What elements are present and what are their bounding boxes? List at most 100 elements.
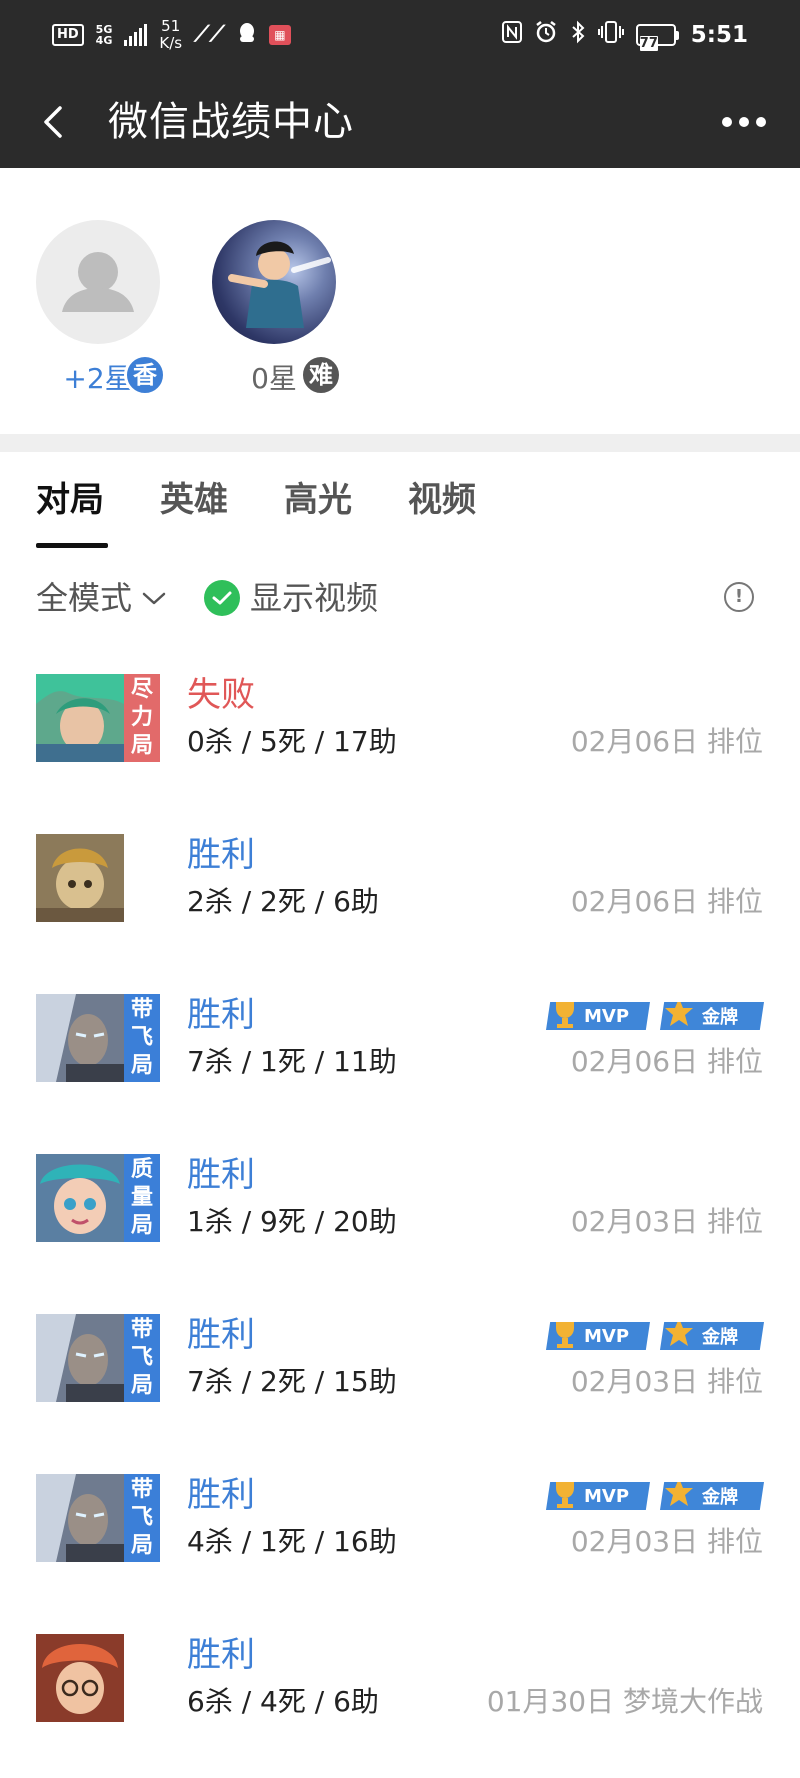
hero-portrait [36, 1314, 124, 1402]
gold-star-icon [665, 1002, 693, 1026]
status-bar: HD 5G 4G 51 K/s ⟋⟋ ▦ 77 5:51 [0, 0, 800, 76]
hero-portrait [36, 1474, 124, 1562]
match-row[interactable]: 胜利 2杀 / 2死 / 6助 02月06日 排位 [0, 832, 800, 992]
match-date-mode: 02月06日 排位 [570, 885, 763, 918]
match-row[interactable]: 带 飞 局 胜利 MVP 金牌 7杀 / 1死 / 11助 02月06日 排位 [0, 992, 800, 1152]
profile-1[interactable]: 香 +2星 [36, 220, 166, 396]
match-row[interactable]: 带 飞 局 胜利 MVP 金牌 4杀 / 1死 / 16助 02月03日 排位 [0, 1472, 800, 1632]
match-kda: 2杀 / 2死 / 6助 [187, 885, 379, 918]
battery-icon: 77 [635, 24, 679, 51]
hero-gold-helmet-icon [36, 834, 124, 922]
clock: 5:51 [690, 22, 748, 48]
avatar [212, 220, 336, 344]
hero-silver-hair-icon [36, 1474, 124, 1562]
match-badges: MVP 金牌 [546, 1002, 764, 1030]
trophy-icon [556, 1482, 574, 1508]
hd-indicator: HD [52, 24, 84, 46]
trophy-icon [556, 1322, 574, 1348]
match-kda: 1杀 / 9死 / 20助 [187, 1205, 397, 1238]
hero-portrait [36, 1634, 124, 1722]
check-icon [204, 580, 240, 616]
tab-heroes[interactable]: 英雄 [160, 478, 228, 548]
mode-label: 全模式 [36, 579, 133, 617]
match-result: 胜利 [187, 1155, 255, 1195]
match-tag: 带 飞 局 [124, 994, 160, 1082]
more-dots-icon [722, 117, 732, 127]
match-tag: 尽 力 局 [124, 674, 160, 762]
match-row[interactable]: 胜利 6杀 / 4死 / 6助 01月30日 梦境大作战 [0, 1632, 800, 1778]
avatar-art-icon [228, 241, 331, 328]
match-badges: MVP 金牌 [546, 1322, 764, 1350]
chevron-down-icon [142, 592, 166, 605]
show-video-toggle[interactable]: 显示视频 [204, 576, 378, 620]
rank-badge: 香 [124, 354, 166, 396]
match-result: 失败 [187, 675, 255, 715]
info-icon[interactable]: ! [724, 582, 754, 612]
hero-silver-hair-icon [36, 1314, 124, 1402]
gold-medal-badge: 金牌 [660, 1482, 764, 1510]
match-date-mode: 02月03日 排位 [570, 1525, 763, 1558]
tab-matches[interactable]: 对局 [36, 478, 108, 548]
match-date-mode: 02月06日 排位 [570, 725, 763, 758]
more-button[interactable] [714, 96, 774, 148]
hero-silver-hair-icon [36, 994, 124, 1082]
nfc-icon [501, 21, 522, 49]
match-result: 胜利 [187, 1635, 255, 1675]
status-left: HD 5G 4G 51 K/s ⟋⟋ ▦ [52, 18, 291, 52]
match-badges: MVP 金牌 [546, 1482, 764, 1510]
filter-row: 全模式 显示视频 ! [36, 576, 754, 620]
back-button[interactable] [26, 94, 82, 150]
match-kda: 7杀 / 1死 / 11助 [187, 1045, 397, 1078]
match-kda: 0杀 / 5死 / 17助 [187, 725, 397, 758]
match-date-mode: 02月03日 排位 [570, 1365, 763, 1398]
link-icon: ⟋⟋ [194, 22, 225, 47]
hero-red-hair-icon [36, 1634, 124, 1722]
hero-portrait [36, 674, 124, 762]
match-kda: 4杀 / 1死 / 16助 [187, 1525, 397, 1558]
match-tag: 带 飞 局 [124, 1474, 160, 1562]
mvp-badge: MVP [546, 1482, 650, 1510]
hero-portrait [36, 1154, 124, 1242]
trophy-icon [556, 1002, 574, 1028]
match-list: 尽 力 局 失败 0杀 / 5死 / 17助 02月06日 排位 胜利 2杀 /… [0, 672, 800, 1778]
match-date-mode: 02月03日 排位 [570, 1205, 763, 1238]
match-date-mode: 01月30日 梦境大作战 [486, 1685, 763, 1718]
gold-medal-badge: 金牌 [660, 1322, 764, 1350]
tab-videos[interactable]: 视频 [408, 478, 476, 548]
tab-highlights[interactable]: 高光 [284, 478, 352, 548]
book-icon: ▦ [268, 25, 291, 45]
match-row[interactable]: 质 量 局 胜利 1杀 / 9死 / 20助 02月03日 排位 [0, 1152, 800, 1312]
top-bar: HD 5G 4G 51 K/s ⟋⟋ ▦ 77 5:51 微信战绩中心 [0, 0, 800, 168]
hero-portrait [36, 994, 124, 1082]
hero-teal-hair-icon [36, 1154, 124, 1242]
gold-star-icon [665, 1482, 693, 1506]
status-right: 77 5:51 [501, 20, 748, 51]
match-row[interactable]: 尽 力 局 失败 0杀 / 5死 / 17助 02月06日 排位 [0, 672, 800, 832]
tab-bar: 对局 英雄 高光 视频 [36, 478, 476, 548]
nav-bar: 微信战绩中心 [0, 76, 800, 168]
gold-star-icon [665, 1322, 693, 1346]
gold-medal-badge: 金牌 [660, 1002, 764, 1030]
mode-dropdown[interactable]: 全模式 [36, 576, 168, 620]
avatar-default [36, 220, 160, 344]
hero-portrait [36, 834, 124, 922]
match-tag: 带 飞 局 [124, 1314, 160, 1402]
match-result: 胜利 [187, 835, 255, 875]
user-silhouette-icon [62, 252, 134, 312]
mvp-badge: MVP [546, 1002, 650, 1030]
profile-2[interactable]: 难 0星 [212, 220, 342, 396]
match-row[interactable]: 带 飞 局 胜利 MVP 金牌 7杀 / 2死 / 15助 02月03日 排位 [0, 1312, 800, 1472]
network-type: 5G 4G [95, 23, 113, 47]
match-kda: 7杀 / 2死 / 15助 [187, 1365, 397, 1398]
hero-green-hair-icon [36, 674, 124, 762]
page-title: 微信战绩中心 [108, 99, 354, 145]
alarm-icon [534, 20, 558, 50]
mvp-badge: MVP [546, 1322, 650, 1350]
rank-badge: 难 [300, 354, 342, 396]
vibrate-icon [597, 20, 624, 50]
match-date-mode: 02月06日 排位 [570, 1045, 763, 1078]
signal-icon [124, 24, 148, 46]
match-result: 胜利 [187, 1315, 255, 1355]
bluetooth-icon [570, 20, 586, 50]
match-result: 胜利 [187, 995, 255, 1035]
